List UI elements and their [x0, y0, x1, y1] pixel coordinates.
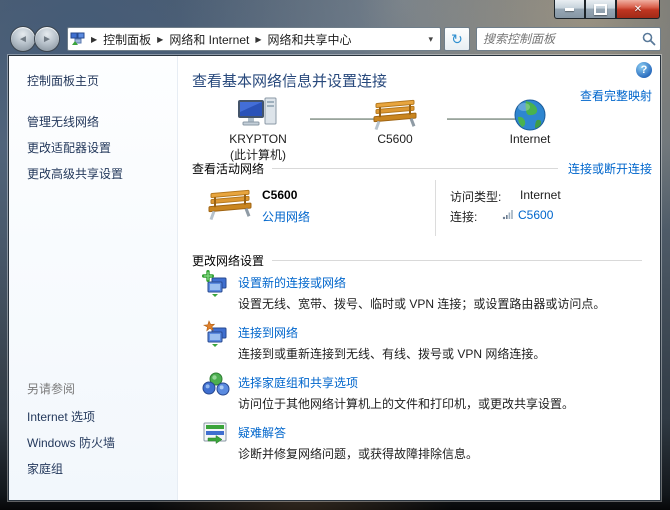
access-type-label: 访问类型: [450, 188, 501, 205]
computer-icon [210, 94, 306, 132]
breadcrumb-control-panel[interactable]: 控制面板 [103, 31, 151, 48]
breadcrumb-network-internet[interactable]: 网络和 Internet [169, 31, 249, 48]
window-body: 控制面板主页 管理无线网络 更改适配器设置 更改高级共享设置 另请参阅 Inte… [8, 55, 661, 501]
forward-button[interactable]: ► [34, 26, 60, 52]
active-networks-header: 查看活动网络 [192, 160, 264, 177]
bench-icon [347, 94, 443, 132]
map-node-computer[interactable]: KRYPTON (此计算机) [210, 94, 306, 163]
sidebar-item-advanced-sharing[interactable]: 更改高级共享设置 [27, 165, 177, 182]
settings-header: 更改网络设置 [192, 252, 264, 269]
connection-link[interactable]: C5600 [518, 208, 553, 222]
back-button[interactable]: ◄ [10, 26, 36, 52]
sidebar-item-windows-firewall[interactable]: Windows 防火墙 [27, 434, 177, 451]
header-rule [272, 260, 642, 261]
network-center-icon [70, 32, 85, 46]
wifi-signal-icon [502, 208, 514, 223]
close-icon: ✕ [634, 4, 642, 15]
setting-desc: 诊断并修复网络问题，或获得故障排除信息。 [238, 445, 478, 462]
map-node-label: C5600 [347, 132, 443, 146]
close-button[interactable]: ✕ [616, 0, 660, 19]
maximize-icon [594, 4, 607, 15]
troubleshoot-icon [202, 420, 230, 448]
active-network-name: C5600 [262, 188, 297, 202]
sidebar-item-internet-options[interactable]: Internet 选项 [27, 408, 177, 425]
search-input[interactable] [481, 32, 642, 46]
forward-icon: ► [42, 34, 52, 45]
address-dropdown-icon[interactable]: ▾ [423, 34, 438, 45]
breadcrumb-separator-icon: ▶ [85, 35, 103, 44]
refresh-icon: ↻ [451, 31, 463, 48]
setting-desc: 访问位于其他网络计算机上的文件和打印机，或更改共享设置。 [238, 395, 574, 412]
setting-link-troubleshoot[interactable]: 疑难解答 [238, 424, 286, 441]
minimize-icon [565, 8, 574, 11]
connection-value-row: C5600 [502, 208, 553, 223]
sidebar: 控制面板主页 管理无线网络 更改适配器设置 更改高级共享设置 另请参阅 Inte… [9, 56, 178, 500]
active-networks-header-row: 查看活动网络 连接或断开连接 [192, 160, 652, 177]
setting-link-connect-network[interactable]: 连接到网络 [238, 324, 298, 341]
breadcrumb-separator-icon: ▶ [151, 35, 169, 44]
homegroup-icon [202, 370, 230, 398]
search-icon[interactable] [642, 32, 656, 46]
maximize-button[interactable] [585, 0, 616, 19]
minimize-button[interactable] [554, 0, 585, 19]
breadcrumb-separator-icon: ▶ [249, 35, 267, 44]
page-title: 查看基本网络信息并设置连接 [192, 70, 387, 91]
sidebar-item-manage-wireless[interactable]: 管理无线网络 [27, 113, 177, 130]
window-caption-buttons: ✕ [554, 0, 660, 19]
search-box[interactable] [476, 27, 661, 51]
address-bar[interactable]: ▶ 控制面板 ▶ 网络和 Internet ▶ 网络和共享中心 ▾ [67, 27, 441, 51]
sidebar-item-control-panel-home[interactable]: 控制面板主页 [27, 72, 177, 89]
settings-header-row: 更改网络设置 [192, 252, 652, 269]
new-connection-icon [202, 270, 230, 298]
setting-desc: 连接到或重新连接到无线、有线、拨号或 VPN 网络连接。 [238, 345, 545, 362]
breadcrumb-network-sharing-center[interactable]: 网络和共享中心 [268, 31, 352, 48]
active-network-item: C5600 公用网络 访问类型: Internet 连接: C5600 [192, 178, 652, 240]
header-rule [272, 168, 558, 169]
map-node-label: Internet [482, 132, 578, 146]
setting-link-homegroup-sharing[interactable]: 选择家庭组和共享选项 [238, 374, 358, 391]
back-icon: ◄ [18, 34, 28, 45]
bench-icon [206, 184, 254, 227]
connect-disconnect-link[interactable]: 连接或断开连接 [568, 160, 652, 177]
setting-desc: 设置无线、宽带、拨号、临时或 VPN 连接；或设置路由器或访问点。 [238, 295, 605, 312]
help-icon[interactable]: ? [636, 62, 652, 78]
map-node-internet[interactable]: Internet [482, 94, 578, 146]
sidebar-item-homegroup[interactable]: 家庭组 [27, 460, 177, 477]
refresh-button[interactable]: ↻ [444, 27, 470, 51]
see-also-section: 另请参阅 Internet 选项 Windows 防火墙 家庭组 [9, 380, 177, 486]
access-type-value: Internet [520, 188, 561, 202]
network-type-link[interactable]: 公用网络 [262, 208, 310, 225]
sidebar-item-change-adapter[interactable]: 更改适配器设置 [27, 139, 177, 156]
map-node-network[interactable]: C5600 [347, 94, 443, 146]
map-node-label: KRYPTON [210, 132, 306, 146]
main-content: ? 查看基本网络信息并设置连接 查看完整映射 [178, 56, 660, 500]
navigation-toolbar: ◄ ► ▶ 控制面板 ▶ 网络和 Internet ▶ 网络和共享中心 ▾ ↻ [8, 24, 661, 54]
see-also-header: 另请参阅 [27, 380, 177, 397]
divider [435, 180, 436, 236]
globe-icon [482, 94, 578, 132]
setting-link-new-connection[interactable]: 设置新的连接或网络 [238, 274, 346, 291]
connections-label: 连接: [450, 208, 477, 225]
connect-network-icon [202, 320, 230, 348]
